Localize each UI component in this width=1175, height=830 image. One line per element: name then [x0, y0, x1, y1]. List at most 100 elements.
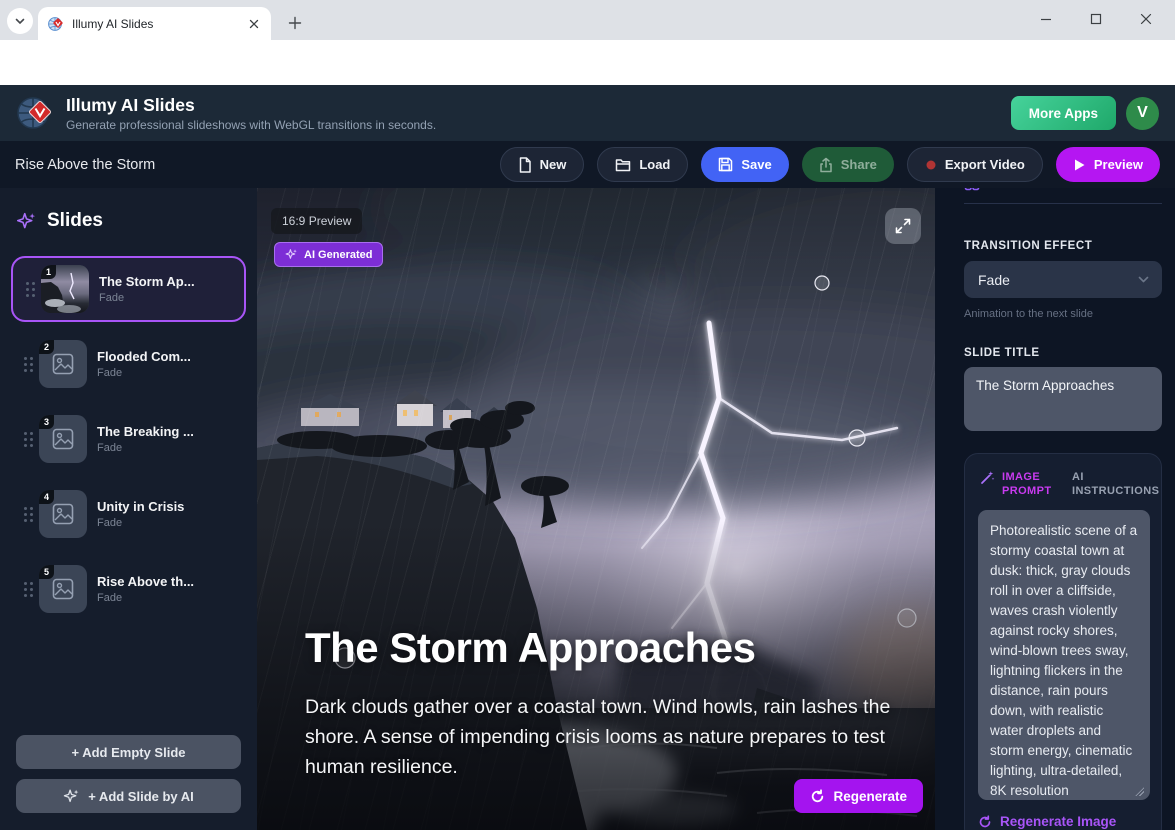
window-close-button[interactable]: [1135, 8, 1157, 30]
browser-tab[interactable]: Illumy AI Slides: [38, 7, 271, 40]
slide-body-text: Dark clouds gather over a coastal town. …: [305, 692, 911, 782]
image-prompt-input[interactable]: Photorealistic scene of a stormy coastal…: [978, 510, 1150, 800]
record-dot-icon: [925, 159, 937, 171]
browser-toolbar: ai-toolbox.visual-paradigm.com/app/illum…: [0, 40, 1175, 85]
app-subtitle: Generate professional slideshows with We…: [66, 118, 1011, 132]
regenerate-button[interactable]: Regenerate: [794, 779, 923, 813]
folder-icon: [615, 158, 631, 172]
slide-2-thumbnail: 2: [39, 340, 87, 388]
tab-image-prompt[interactable]: IMAGE PROMPT: [980, 470, 1054, 498]
slide-3-thumbnail: 3: [39, 415, 87, 463]
expand-arrows-icon: [894, 217, 912, 235]
slide-item-4[interactable]: 4 Unity in Crisis Fade: [11, 485, 246, 543]
slide-1-thumbnail: 1: [41, 265, 89, 313]
inspector-panel: Slide Details TRANSITION EFFECT Fade Ani…: [935, 188, 1175, 830]
tab-close-icon[interactable]: [245, 15, 263, 33]
slide-title-label: SLIDE TITLE: [964, 347, 1162, 359]
drag-handle-icon[interactable]: [19, 282, 41, 297]
save-icon: [718, 157, 733, 172]
sparkles-icon: [285, 248, 298, 261]
slide-transition: Fade: [97, 367, 191, 379]
play-icon: [1073, 158, 1086, 172]
app-header: Illumy AI Slides Generate professional s…: [0, 85, 1175, 141]
prompt-card: IMAGE PROMPT AI INSTRUCTIONS Photorealis…: [964, 453, 1162, 830]
slide-number-badge: 5: [39, 565, 54, 579]
aspect-ratio-badge: 16:9 Preview: [271, 208, 362, 234]
sparkles-icon: [16, 211, 37, 232]
drag-handle-icon[interactable]: [17, 582, 39, 597]
slide-title-input[interactable]: The Storm Approaches: [964, 367, 1162, 431]
slide-heading: The Storm Approaches: [305, 624, 756, 672]
add-slide-by-ai-button[interactable]: + Add Slide by AI: [16, 779, 241, 813]
refresh-icon: [810, 789, 825, 804]
browser-tabstrip: Illumy AI Slides: [0, 0, 1175, 40]
refresh-icon: [978, 815, 992, 829]
slide-title: Unity in Crisis: [97, 499, 184, 514]
slide-title: The Storm Ap...: [99, 274, 195, 289]
magic-wand-icon: [980, 470, 995, 485]
slide-title: Rise Above th...: [97, 574, 194, 589]
expand-button[interactable]: [885, 208, 921, 244]
slide-number-badge: 4: [39, 490, 54, 504]
slide-item-1[interactable]: 1 The Storm Ap... Fade: [11, 256, 246, 322]
slide-transition: Fade: [97, 442, 194, 454]
new-button[interactable]: New: [500, 147, 585, 182]
transition-effect-label: TRANSITION EFFECT: [964, 240, 1162, 252]
tab-ai-instructions-label: AI INSTRUCTIONS: [1072, 470, 1158, 498]
slide-preview-stage: 16:9 Preview AI Generated The Storm Appr…: [257, 188, 935, 830]
save-button[interactable]: Save: [701, 147, 788, 182]
drag-handle-icon[interactable]: [17, 507, 39, 522]
app-title: Illumy AI Slides: [66, 95, 1011, 116]
app-window: Illumy AI Slides: [0, 0, 1175, 830]
preview-button[interactable]: Preview: [1056, 147, 1160, 182]
slide-transition: Fade: [99, 292, 195, 304]
inspector-title: Slide Details: [989, 188, 1078, 191]
more-apps-button[interactable]: More Apps: [1011, 96, 1116, 130]
slides-sidebar: Slides 1: [0, 188, 257, 830]
export-video-button[interactable]: Export Video: [907, 147, 1043, 182]
chevron-down-icon: [1137, 273, 1150, 286]
divider: [964, 203, 1162, 204]
drag-handle-icon[interactable]: [17, 432, 39, 447]
project-title: Rise Above the Storm: [15, 157, 500, 173]
transition-hint: Animation to the next slide: [964, 308, 1162, 320]
share-button[interactable]: Share: [802, 147, 894, 182]
favicon-visual-paradigm: [48, 16, 64, 32]
window-controls: [1035, 0, 1167, 38]
slide-item-2[interactable]: 2 Flooded Com... Fade: [11, 335, 246, 393]
slide-number-badge: 3: [39, 415, 54, 429]
ai-generated-badge: AI Generated: [274, 242, 383, 267]
slide-title: Flooded Com...: [97, 349, 191, 364]
tab-image-prompt-label: IMAGE PROMPT: [1002, 470, 1054, 498]
slide-transition: Fade: [97, 592, 194, 604]
slide-number-badge: 1: [41, 265, 56, 279]
tab-title: Illumy AI Slides: [72, 17, 245, 31]
slide-list: 1 The Storm Ap... Fade 2 Flooded Com... …: [0, 248, 257, 618]
add-empty-slide-button[interactable]: + Add Empty Slide: [16, 735, 241, 769]
sidebar-title: Slides: [47, 210, 103, 232]
transition-effect-value: Fade: [978, 272, 1137, 288]
inspector-header: Slide Details: [964, 188, 1162, 191]
file-icon: [518, 157, 532, 173]
slide-title: The Breaking ...: [97, 424, 194, 439]
sparkles-icon: [63, 788, 80, 805]
transition-effect-select[interactable]: Fade: [964, 261, 1162, 298]
tab-search-chevron-icon[interactable]: [7, 8, 33, 34]
load-button[interactable]: Load: [597, 147, 688, 182]
app-logo-icon: [16, 94, 54, 132]
project-toolbar: Rise Above the Storm New Load Save Share…: [0, 141, 1175, 188]
drag-handle-icon[interactable]: [17, 357, 39, 372]
user-avatar[interactable]: V: [1126, 97, 1159, 130]
grid-icon: [964, 188, 980, 191]
regenerate-image-link[interactable]: Regenerate Image: [978, 814, 1148, 829]
slide-5-thumbnail: 5: [39, 565, 87, 613]
slide-item-5[interactable]: 5 Rise Above th... Fade: [11, 560, 246, 618]
share-icon: [819, 157, 833, 173]
slide-4-thumbnail: 4: [39, 490, 87, 538]
window-maximize-button[interactable]: [1085, 8, 1107, 30]
tab-ai-instructions[interactable]: AI INSTRUCTIONS: [1072, 470, 1158, 498]
slide-number-badge: 2: [39, 340, 54, 354]
window-minimize-button[interactable]: [1035, 8, 1057, 30]
new-tab-button[interactable]: [282, 10, 308, 36]
slide-item-3[interactable]: 3 The Breaking ... Fade: [11, 410, 246, 468]
